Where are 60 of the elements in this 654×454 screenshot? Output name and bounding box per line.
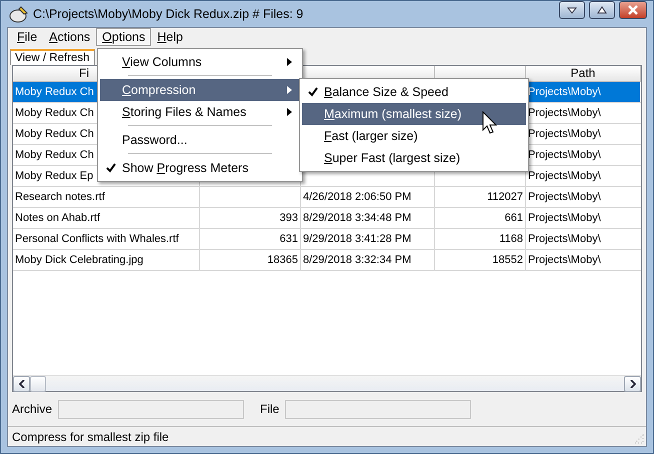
menu-item[interactable]: Balance Size & Speed xyxy=(302,81,526,103)
menu-item[interactable]: Fast (larger size) xyxy=(302,125,526,147)
table-cell: 18552 xyxy=(492,254,523,266)
close-button[interactable] xyxy=(619,1,647,19)
table-cell: Moby Redux Ch xyxy=(15,86,94,98)
table-cell: Research notes.rtf xyxy=(15,191,105,203)
table-cell: 661 xyxy=(504,212,523,224)
table-cell: Moby Redux Ep xyxy=(15,170,94,182)
maximize-button[interactable] xyxy=(589,1,615,19)
app-icon xyxy=(9,5,29,23)
table-cell: 9/29/2018 3:41:28 PM xyxy=(303,233,412,245)
table-cell: 8/29/2018 3:32:34 PM xyxy=(303,254,412,266)
table-cell: 4/26/2018 2:06:50 PM xyxy=(303,191,412,203)
table-cell: Projects\Moby\ xyxy=(528,149,601,161)
menu-item[interactable]: Super Fast (largest size) xyxy=(302,147,526,169)
table-cell: Projects\Moby\ xyxy=(528,170,601,182)
maximize-icon xyxy=(597,6,607,14)
menu-item[interactable]: Storing Files & Names xyxy=(100,101,300,123)
table-cell: Notes on Ahab.rtf xyxy=(15,212,100,224)
table-cell: Moby Redux Ch xyxy=(15,107,94,119)
window-title: C:\Projects\Moby\Moby Dick Redux.zip # Files: 9 xyxy=(33,7,304,21)
menu-item[interactable]: Maximum (smallest size) xyxy=(302,103,526,125)
menu-item[interactable]: Options xyxy=(96,28,152,46)
scroll-left-button[interactable] xyxy=(13,376,30,392)
menu-item[interactable]: Actions xyxy=(43,28,96,46)
table-cell: Moby Dick Celebrating.jpg xyxy=(15,254,144,266)
menu-item[interactable]: Help xyxy=(151,28,189,46)
table-cell: 18365 xyxy=(267,254,298,266)
menu-item[interactable]: Show Progress Meters xyxy=(100,157,300,179)
table-cell: Projects\Moby\ xyxy=(528,86,601,98)
table-cell: Projects\Moby\ xyxy=(528,107,601,119)
archive-label: Archive xyxy=(12,402,52,416)
table-cell: 112027 xyxy=(487,191,523,203)
file-field[interactable] xyxy=(285,400,472,418)
table-cell: Moby Redux Ch xyxy=(15,149,94,161)
archive-field[interactable] xyxy=(58,400,244,418)
minimize-button[interactable] xyxy=(559,1,585,19)
mouse-pointer-icon xyxy=(482,111,498,135)
scroll-thumb[interactable] xyxy=(30,376,46,392)
table-cell: Projects\Moby\ xyxy=(528,191,601,203)
table-cell: 1168 xyxy=(499,233,523,245)
menu-item[interactable]: Compression xyxy=(100,79,300,101)
menu-item[interactable]: View Columns xyxy=(100,51,300,73)
close-icon xyxy=(628,5,638,15)
table-cell: Moby Redux Ch xyxy=(15,128,94,140)
tab[interactable]: View / Refresh xyxy=(10,49,95,65)
table-cell: Personal Conflicts with Whales.rtf xyxy=(15,233,179,245)
table-cell: Projects\Moby\ xyxy=(528,212,601,224)
minimize-icon xyxy=(567,6,577,14)
table-cell: Projects\Moby\ xyxy=(528,254,601,266)
table-cell: 631 xyxy=(280,233,298,245)
status-text: Compress for smallest zip file xyxy=(12,430,169,444)
table-cell: Projects\Moby\ xyxy=(528,233,601,245)
table-cell: 8/29/2018 3:34:48 PM xyxy=(303,212,412,224)
table-cell: 393 xyxy=(280,212,298,224)
table-cell: Projects\Moby\ xyxy=(528,128,601,140)
menu-item[interactable]: File xyxy=(11,28,44,46)
scroll-right-button[interactable] xyxy=(624,376,641,392)
menu-item[interactable]: Password... xyxy=(100,129,300,151)
file-label: File xyxy=(260,402,280,416)
